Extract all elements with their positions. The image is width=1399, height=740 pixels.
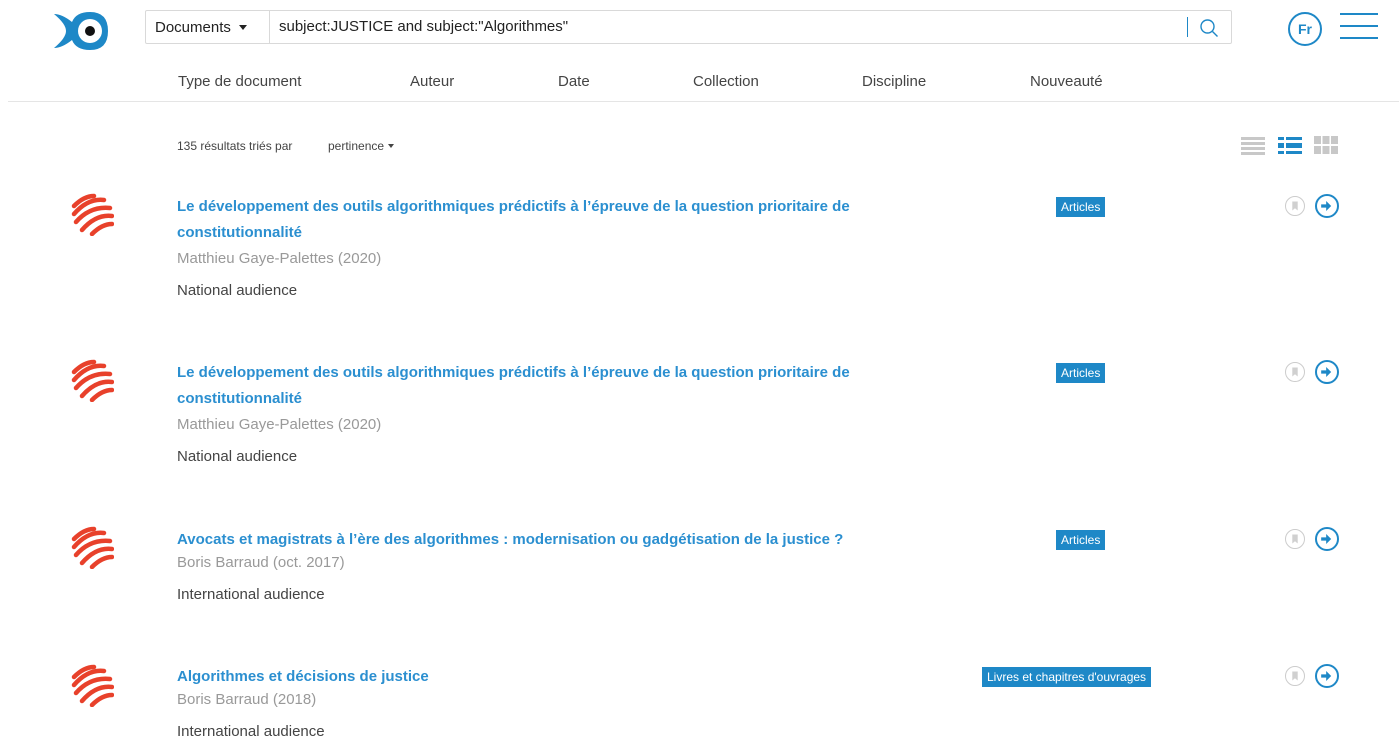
arrow-right-icon[interactable] [1315, 664, 1339, 688]
logo-icon[interactable] [52, 10, 110, 52]
source-icon [71, 359, 114, 402]
bookmark-icon[interactable] [1285, 666, 1305, 686]
source-icon [71, 193, 114, 236]
search-scope-label: Documents [155, 18, 231, 36]
document-type-badge: Articles [1056, 363, 1106, 383]
document-type-badge: Articles [1056, 197, 1106, 217]
detailed-list-view-icon[interactable] [1278, 135, 1302, 155]
result-audience: National audience [177, 448, 298, 465]
sort-select[interactable]: pertinence [328, 139, 395, 153]
result-audience: International audience [177, 586, 325, 603]
bookmark-icon[interactable] [1285, 362, 1305, 382]
facet-novelty[interactable]: Nouveauté [1030, 73, 1103, 90]
facet-discipline[interactable]: Discipline [862, 73, 926, 90]
result-author: Matthieu Gaye-Palettes (2020) [177, 416, 382, 433]
chevron-down-icon [388, 144, 395, 148]
arrow-right-icon[interactable] [1315, 527, 1339, 551]
result-title[interactable]: Le développement des outils algorithmiqu… [177, 194, 877, 246]
result-author: Boris Barraud (oct. 2017) [177, 554, 345, 571]
grid-view-icon[interactable] [1314, 135, 1338, 155]
source-icon [71, 526, 114, 569]
facet-collection[interactable]: Collection [693, 73, 759, 90]
sort-label: pertinence [328, 139, 385, 153]
search-scope-select[interactable]: Documents [146, 11, 270, 43]
facet-author[interactable]: Auteur [410, 73, 454, 90]
list-view-icon[interactable] [1241, 135, 1265, 155]
language-button[interactable]: Fr [1288, 12, 1322, 46]
search-input[interactable]: subject:JUSTICE and subject:"Algorithmes… [279, 11, 568, 43]
facet-document-type[interactable]: Type de document [178, 73, 301, 90]
search-icon[interactable] [1199, 18, 1219, 38]
document-type-badge: Livres et chapitres d'ouvrages [982, 667, 1152, 687]
menu-icon[interactable] [1340, 13, 1378, 41]
bookmark-icon[interactable] [1285, 529, 1305, 549]
search-divider [1187, 17, 1188, 37]
result-title[interactable]: Avocats et magistrats à l’ère des algori… [177, 527, 997, 553]
arrow-right-icon[interactable] [1315, 360, 1339, 384]
facet-date[interactable]: Date [558, 73, 590, 90]
source-icon [71, 664, 114, 707]
result-author: Matthieu Gaye-Palettes (2020) [177, 250, 382, 267]
arrow-right-icon[interactable] [1315, 194, 1339, 218]
result-title[interactable]: Le développement des outils algorithmiqu… [177, 360, 877, 412]
document-type-badge: Articles [1056, 530, 1106, 550]
results-count: 135 résultats triés par [177, 139, 293, 153]
result-audience: International audience [177, 723, 325, 740]
header-divider [8, 101, 1399, 102]
result-author: Boris Barraud (2018) [177, 691, 317, 708]
chevron-down-icon [238, 24, 247, 30]
search-bar: Documents subject:JUSTICE and subject:"A… [145, 10, 1232, 44]
result-audience: National audience [177, 282, 298, 299]
result-title[interactable]: Algorithmes et décisions de justice [177, 664, 877, 690]
bookmark-icon[interactable] [1285, 196, 1305, 216]
